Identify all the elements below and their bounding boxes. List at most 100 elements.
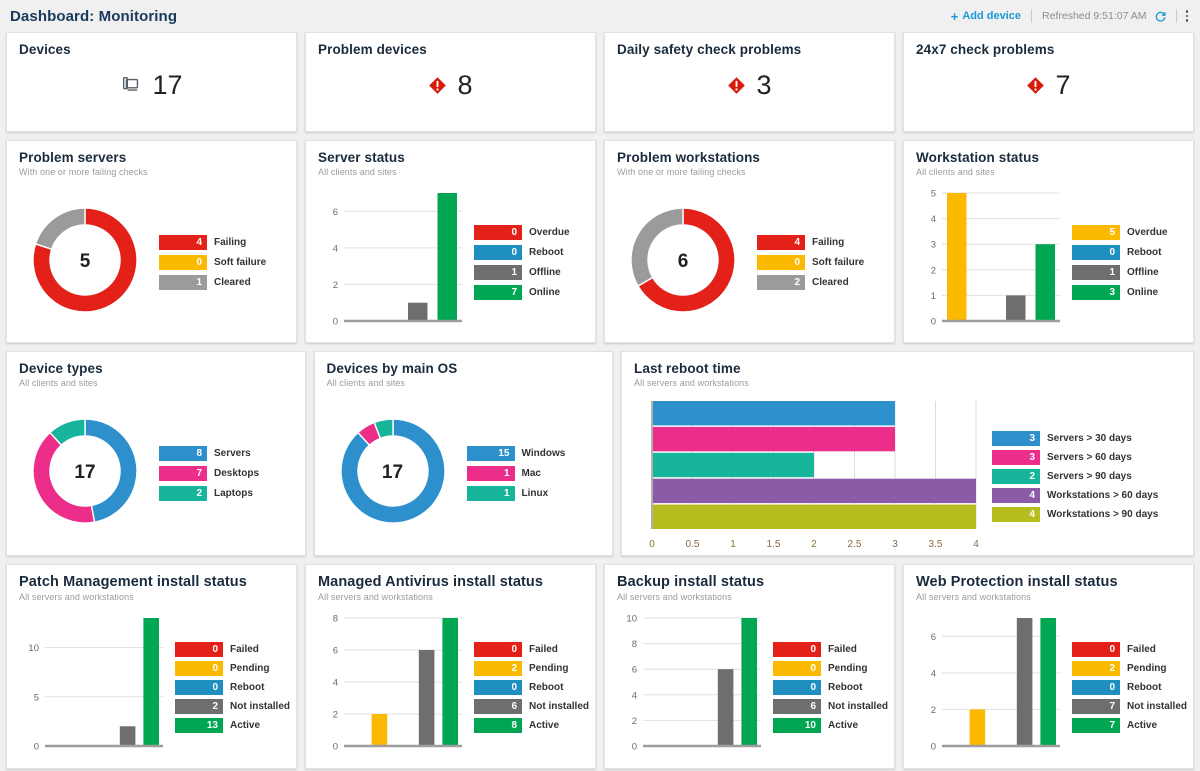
bar-chart[interactable]: 0 1 2 3 4 5	[916, 183, 1064, 341]
legend-item[interactable]: 1 Linux	[466, 485, 601, 501]
alert-diamond-icon	[428, 76, 447, 95]
legend-item[interactable]: 4 Failing	[757, 234, 882, 250]
legend-item[interactable]: 0 Reboot	[1072, 244, 1181, 260]
legend-item[interactable]: 2 Servers > 90 days	[992, 468, 1181, 484]
legend-value-swatch: 6	[474, 698, 522, 714]
inventory-row: Device types All clients and sites 17 8S…	[6, 351, 1194, 556]
legend-item[interactable]: 2 Pending	[474, 660, 589, 676]
legend-item[interactable]: 13 Active	[175, 717, 290, 733]
kpi-row: Devices 17 Problem devices 8 Daily safet…	[6, 32, 1194, 132]
bar-chart[interactable]: 0 2 4 6 8 10	[617, 608, 765, 766]
donut-chart[interactable]: 6	[617, 183, 749, 341]
chart-body: 6 4 Failing 0 Soft failure 2 Cleared	[617, 183, 882, 341]
legend-item[interactable]: 7 Not installed	[1072, 698, 1187, 714]
legend-item[interactable]: 1 Offline	[1072, 264, 1181, 280]
legend-item[interactable]: 0 Soft failure	[159, 254, 284, 270]
kpi-card-devices[interactable]: Devices 17	[6, 32, 297, 132]
legend-item[interactable]: 0 Pending	[773, 660, 888, 676]
legend-item[interactable]: 0 Reboot	[474, 244, 583, 260]
card-web-protection-install-status[interactable]: Web Protection install status All server…	[903, 564, 1194, 769]
legend-item[interactable]: 7 Active	[1072, 717, 1187, 733]
legend-item[interactable]: 2 Laptops	[159, 485, 293, 501]
legend-item[interactable]: 3 Servers > 30 days	[992, 430, 1181, 446]
legend-value-swatch: 15	[466, 445, 515, 461]
legend-value-swatch: 2	[159, 485, 207, 501]
bar-chart[interactable]: 0 2 4 6	[916, 608, 1064, 766]
bar-chart[interactable]: 0 2 4 6	[318, 183, 466, 341]
dashboard-grid: Devices 17 Problem devices 8 Daily safet…	[0, 32, 1200, 771]
legend-value-swatch: 0	[175, 660, 223, 676]
legend-item[interactable]: 0 Reboot	[175, 679, 290, 695]
legend-item[interactable]: 8 Servers	[159, 445, 293, 461]
legend-item[interactable]: 1 Offline	[474, 264, 583, 280]
legend-item[interactable]: 2 Pending	[1072, 660, 1187, 676]
legend-item[interactable]: 2 Not installed	[175, 698, 290, 714]
legend-item[interactable]: 7 Desktops	[159, 465, 293, 481]
legend-label: Pending	[828, 662, 868, 674]
legend-label: Reboot	[1127, 246, 1162, 258]
legend-item[interactable]: 6 Not installed	[474, 698, 589, 714]
legend-value-swatch: 1	[466, 465, 515, 481]
card-server-status[interactable]: Server status All clients and sites 0 2 4 6…	[305, 140, 596, 343]
donut-graphic: 17	[19, 405, 151, 542]
legend-item[interactable]: 0 Overdue	[474, 224, 583, 240]
legend-label: Servers > 30 days	[1047, 432, 1132, 444]
horizontal-bar-chart[interactable]: 0 0.5 1 1.5 2 2.5 3 3.5 4	[634, 396, 984, 556]
legend-item[interactable]: 6 Not installed	[773, 698, 888, 714]
legend-item[interactable]: 8 Active	[474, 717, 589, 733]
legend-item[interactable]: 0 Reboot	[474, 679, 589, 695]
plus-icon: +	[950, 8, 959, 24]
legend-item[interactable]: 2 Cleared	[757, 274, 882, 290]
donut-chart[interactable]: 5	[19, 183, 151, 341]
legend-item[interactable]: 1 Mac	[466, 465, 601, 481]
legend-value-swatch: 7	[474, 284, 522, 300]
card-patch-management-install-status[interactable]: Patch Management install status All serv…	[6, 564, 297, 769]
legend-item[interactable]: 0 Failed	[1072, 641, 1187, 657]
svg-text:2: 2	[632, 716, 637, 727]
kpi-card-24x7-check-problems[interactable]: 24x7 check problems 7	[903, 32, 1194, 132]
legend-item[interactable]: 10 Active	[773, 717, 888, 733]
donut-chart[interactable]: 17	[19, 394, 151, 552]
donut-chart[interactable]: 17	[327, 394, 459, 552]
kpi-card-problem-devices[interactable]: Problem devices 8	[305, 32, 596, 132]
legend-item[interactable]: 4 Workstations > 90 days	[992, 506, 1181, 522]
legend-item[interactable]: 0 Soft failure	[757, 254, 882, 270]
card-backup-install-status[interactable]: Backup install status All servers and wo…	[604, 564, 895, 769]
legend-label: Reboot	[1127, 681, 1162, 693]
kpi-card-daily-safety-check-problems[interactable]: Daily safety check problems 3	[604, 32, 895, 132]
bar-chart[interactable]: 0 2 4 6 8	[318, 608, 466, 766]
legend-item[interactable]: 0 Failed	[474, 641, 589, 657]
card-managed-antivirus-install-status[interactable]: Managed Antivirus install status All ser…	[305, 564, 596, 769]
svg-text:2.5: 2.5	[848, 539, 862, 550]
legend-item[interactable]: 0 Failed	[175, 641, 290, 657]
legend-item[interactable]: 4 Workstations > 60 days	[992, 487, 1181, 503]
legend-item[interactable]: 3 Online	[1072, 284, 1181, 300]
card-device-types[interactable]: Device types All clients and sites 17 8S…	[6, 351, 306, 556]
card-workstation-status[interactable]: Workstation status All clients and sites…	[903, 140, 1194, 343]
svg-text:2: 2	[931, 705, 936, 716]
legend-label: Desktops	[214, 467, 260, 479]
legend-item[interactable]: 3 Servers > 60 days	[992, 449, 1181, 465]
refresh-icon[interactable]	[1154, 10, 1176, 23]
legend-item[interactable]: 15 Windows	[466, 445, 601, 461]
legend-item[interactable]: 4 Failing	[159, 234, 284, 250]
legend-item[interactable]: 7 Online	[474, 284, 583, 300]
legend-item[interactable]: 0 Reboot	[1072, 679, 1187, 695]
bar-chart[interactable]: 0 5 10	[19, 608, 167, 766]
legend-item[interactable]: 5 Overdue	[1072, 224, 1181, 240]
legend-label: Active	[828, 719, 859, 731]
card-devices-by-main-os[interactable]: Devices by main OS All clients and sites…	[313, 351, 613, 556]
card-subtitle: All clients and sites	[318, 167, 397, 177]
legend-value-swatch: 1	[159, 274, 207, 290]
legend-item[interactable]: 0 Pending	[175, 660, 290, 676]
svg-text:6: 6	[931, 632, 936, 643]
legend-item[interactable]: 1 Cleared	[159, 274, 284, 290]
add-device-button[interactable]: + Add device	[951, 10, 1031, 23]
card-last-reboot-time[interactable]: Last reboot time All servers and worksta…	[621, 351, 1194, 556]
card-title: Last reboot time	[634, 361, 741, 376]
legend-item[interactable]: 0 Failed	[773, 641, 888, 657]
kebab-menu-icon[interactable]	[1177, 7, 1188, 25]
card-problem-servers[interactable]: Problem servers With one or more failing…	[6, 140, 297, 343]
legend-item[interactable]: 0 Reboot	[773, 679, 888, 695]
card-problem-workstations[interactable]: Problem workstations With one or more fa…	[604, 140, 895, 343]
